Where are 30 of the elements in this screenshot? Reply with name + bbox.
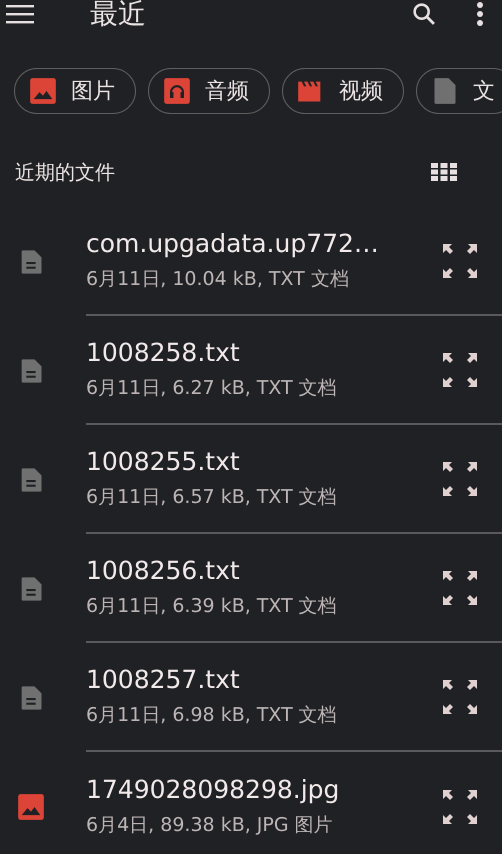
file-details: 6月11日, 6.27 kB, TXT 文档 xyxy=(86,376,337,401)
menu-icon[interactable] xyxy=(6,4,34,24)
expand-icon[interactable] xyxy=(443,790,477,824)
image-icon xyxy=(17,792,45,820)
expand-icon[interactable] xyxy=(443,462,477,496)
expand-icon[interactable] xyxy=(443,352,477,386)
section-title: 近期的文件 xyxy=(15,158,115,186)
file-details: 6月11日, 10.04 kB, TXT 文档 xyxy=(86,267,350,292)
screen-title: 最近 xyxy=(90,0,147,32)
file-details: 6月11日, 6.98 kB, TXT 文档 xyxy=(86,703,337,728)
more-options-icon[interactable] xyxy=(476,1,484,27)
expand-icon[interactable] xyxy=(443,570,477,604)
filter-chip[interactable]: 文 xyxy=(416,68,502,114)
file-details: 6月11日, 6.39 kB, TXT 文档 xyxy=(86,594,337,619)
expand-icon[interactable] xyxy=(443,244,477,278)
file-name[interactable]: 1008255.txt xyxy=(86,447,337,476)
file-name[interactable]: 1749028098298.jpg xyxy=(86,775,340,804)
filter-chip[interactable]: 视频 xyxy=(282,68,404,114)
file-details: 6月4日, 89.38 kB, JPG 图片 xyxy=(86,813,334,838)
file-name[interactable]: 1008257.txt xyxy=(86,665,337,694)
filter-chip[interactable]: 音频 xyxy=(148,68,270,114)
headphones-icon xyxy=(163,77,191,105)
filter-chip[interactable]: 图片 xyxy=(14,68,136,114)
file-name[interactable]: com.upgadata.up772… xyxy=(86,229,379,258)
file-details: 6月11日, 6.57 kB, TXT 文档 xyxy=(86,485,337,510)
file-name[interactable]: 1008258.txt xyxy=(86,338,337,367)
expand-icon[interactable] xyxy=(443,680,477,714)
file-name[interactable]: 1008256.txt xyxy=(86,556,337,585)
grid-view-icon[interactable] xyxy=(431,163,457,181)
image-icon xyxy=(29,77,57,105)
